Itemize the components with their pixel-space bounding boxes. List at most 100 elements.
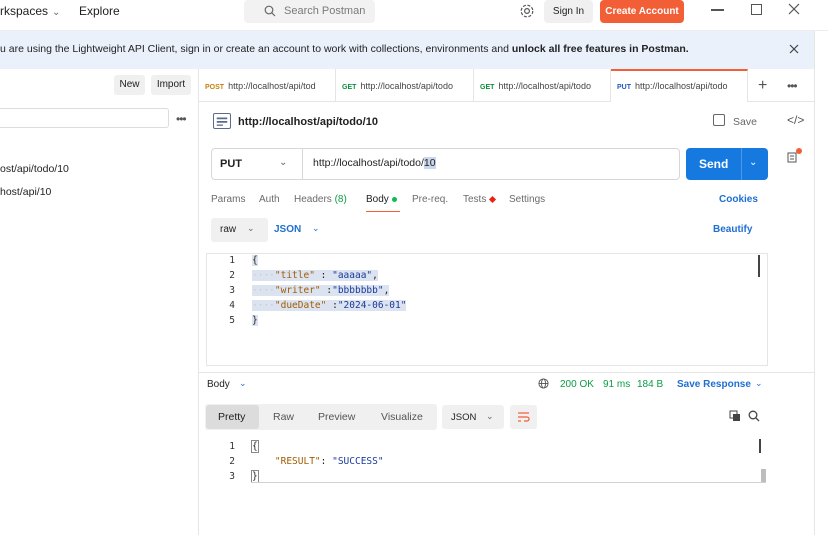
chevron-down-icon[interactable]: ⌄	[239, 378, 247, 389]
code-line: ····"dueDate" :"2024-06-01"	[252, 300, 407, 311]
more-icon[interactable]: •••	[176, 112, 187, 126]
globe-icon[interactable]	[538, 378, 549, 389]
banner-link[interactable]: unlock all free features in Postman.	[512, 43, 689, 55]
tab-tests[interactable]: Tests	[463, 194, 497, 205]
line-number: 3	[229, 285, 235, 296]
tab-body-label: Body	[366, 194, 389, 205]
editor-scrollbar[interactable]	[758, 255, 760, 277]
response-end-line	[251, 482, 766, 483]
response-time[interactable]: 91 ms	[603, 379, 630, 390]
import-button[interactable]: Import	[151, 75, 191, 95]
wrap-lines-icon	[518, 412, 530, 422]
sign-in-button[interactable]: Sign In	[544, 0, 593, 23]
response-code-line: {	[251, 440, 259, 453]
chevron-down-icon[interactable]: ⌄	[755, 378, 763, 389]
request-tab[interactable]: GET http://localhost/api/todo	[474, 69, 611, 102]
line-number: 4	[229, 300, 235, 311]
line-number: 5	[229, 315, 235, 326]
more-tabs-icon[interactable]: •••	[787, 79, 798, 93]
request-title[interactable]: http://localhost/api/todo/10	[238, 116, 378, 128]
request-tab[interactable]: POST http://localhost/api/tod	[199, 69, 336, 102]
chevron-down-icon[interactable]: ⌄	[279, 157, 287, 168]
request-tab-active[interactable]: PUT http://localhost/api/todo	[611, 69, 748, 102]
tab-prereq[interactable]: Pre-req.	[412, 194, 448, 205]
view-preview-tab[interactable]: Preview	[318, 411, 355, 423]
new-tab-icon[interactable]: +	[758, 77, 767, 95]
body-mode-label: raw	[220, 224, 237, 235]
tab-body[interactable]: Body	[366, 194, 397, 205]
wrap-lines-button[interactable]	[510, 405, 537, 429]
tab-method: GET	[480, 84, 495, 91]
beautify-link[interactable]: Beautify	[713, 224, 752, 235]
chevron-down-icon: ⌄	[52, 7, 61, 18]
tab-method: GET	[342, 84, 357, 91]
method-select[interactable]: PUT	[220, 158, 242, 170]
save-response-button[interactable]: Save Response	[677, 379, 751, 390]
tab-params[interactable]: Params	[211, 194, 245, 205]
response-size[interactable]: 184 B	[637, 379, 663, 390]
view-visualize-tab[interactable]: Visualize	[381, 411, 423, 423]
save-icon[interactable]	[713, 114, 725, 126]
response-scrollbar[interactable]	[759, 439, 761, 453]
tab-label: http://localhost/api/tod	[228, 81, 316, 91]
response-divider[interactable]	[199, 372, 814, 373]
response-body-label[interactable]: Body	[207, 379, 230, 390]
json-key: "dueDate"	[274, 300, 327, 311]
status-code[interactable]: 200 OK	[560, 379, 594, 390]
url-input[interactable]: http://localhost/api/todo/10	[313, 157, 436, 169]
line-number: 3	[229, 471, 235, 482]
top-bar	[0, 0, 828, 31]
close-icon[interactable]	[789, 44, 799, 54]
view-pretty-label[interactable]: Pretty	[218, 411, 245, 423]
code-brace: }	[252, 315, 258, 326]
code-line: ····"writer" :"bbbbbbb",	[252, 285, 390, 296]
sidebar-history-item[interactable]: host/api/10	[0, 186, 51, 198]
tab-method: PUT	[617, 84, 631, 91]
tab-label: http://localhost/api/todo	[635, 81, 728, 91]
json-comma: ,	[372, 270, 378, 281]
cookies-link[interactable]: Cookies	[719, 194, 758, 205]
minimize-icon[interactable]	[711, 9, 724, 11]
code-brace: {	[251, 440, 259, 453]
search-icon[interactable]	[748, 410, 760, 422]
explore-link[interactable]: Explore	[79, 4, 120, 18]
chevron-down-icon: ⌄	[486, 411, 494, 421]
close-window-icon[interactable]	[787, 2, 801, 16]
gear-icon[interactable]	[519, 3, 535, 19]
code-snippet-icon[interactable]: </>	[787, 113, 804, 127]
url-divider	[302, 149, 303, 179]
code-line: {	[252, 255, 258, 266]
new-button[interactable]: New	[114, 75, 145, 95]
send-label[interactable]: Send	[699, 157, 728, 171]
http-request-icon	[213, 113, 231, 129]
workspaces-menu[interactable]: rkspaces ⌄	[0, 4, 60, 18]
line-number: 2	[229, 456, 235, 467]
maximize-icon[interactable]	[751, 4, 762, 15]
sidebar-filter-input[interactable]	[0, 108, 169, 128]
headers-count: (8)	[334, 194, 347, 205]
copy-icon[interactable]	[729, 410, 741, 422]
line-number: 1	[229, 441, 235, 452]
view-raw-tab[interactable]: Raw	[273, 411, 294, 423]
chevron-down-icon[interactable]: ⌄	[312, 223, 320, 234]
code-brace: {	[252, 255, 258, 266]
tab-headers[interactable]: Headers (8)	[294, 194, 347, 205]
save-button[interactable]: Save	[733, 116, 757, 128]
response-scrollbar-thumb[interactable]	[761, 469, 766, 483]
tab-label: http://localhost/api/todo	[498, 81, 591, 91]
tab-auth[interactable]: Auth	[259, 194, 280, 205]
search-box[interactable]: Search Postman	[244, 0, 375, 23]
sidebar-history-item[interactable]: ost/api/todo/10	[0, 163, 69, 175]
tab-settings[interactable]: Settings	[509, 194, 545, 205]
right-toolbar	[814, 31, 828, 535]
tab-headers-label: Headers	[294, 194, 332, 205]
response-code-line: "RESULT": "SUCCESS"	[252, 456, 384, 467]
create-account-button[interactable]: Create Account	[600, 0, 684, 23]
response-format-label: JSON	[451, 412, 477, 423]
chevron-down-icon[interactable]: ⌄	[749, 157, 757, 168]
request-tab[interactable]: GET http://localhost/api/todo	[336, 69, 474, 102]
sidebar	[0, 69, 199, 535]
url-text: http://localhost/api/todo/	[313, 157, 424, 169]
json-key: "writer"	[274, 285, 321, 296]
body-format-select[interactable]: JSON	[274, 224, 301, 235]
